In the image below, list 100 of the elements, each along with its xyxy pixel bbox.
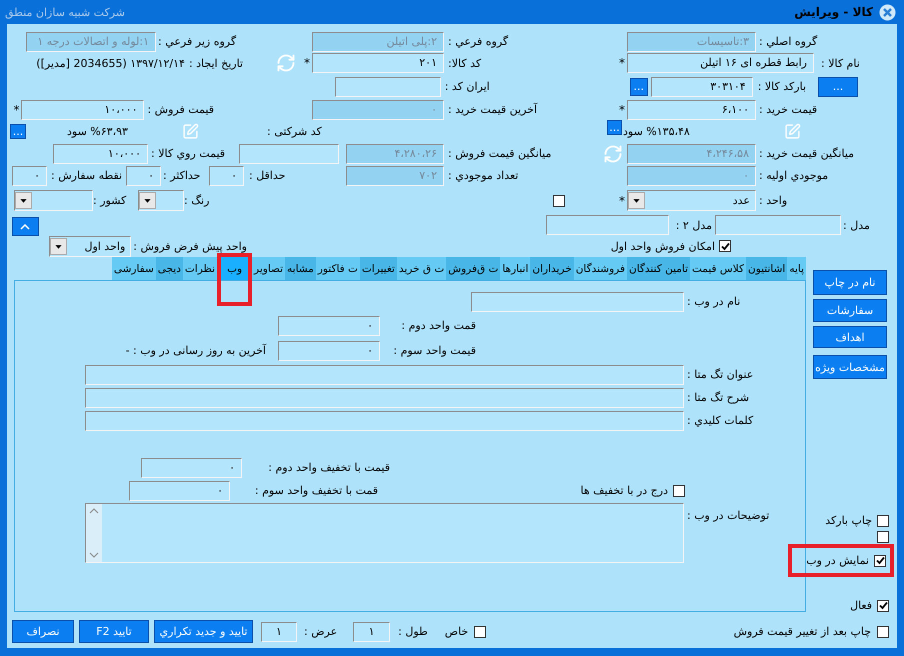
field-label: حداقل :: [249, 169, 286, 182]
checkbox-label: درج در با تخفيف ها: [579, 484, 668, 497]
dropdown-field[interactable]: [14, 190, 93, 211]
text-field[interactable]: رابط قطره ای ۱۶ اتیلن: [627, 53, 814, 73]
field-label: ميانگين قيمت فروش :: [448, 147, 552, 160]
text-field[interactable]: [334, 76, 441, 96]
tab[interactable]: تصاویر: [252, 257, 286, 280]
required-mark: *: [618, 56, 626, 70]
checkbox[interactable]: [474, 626, 486, 638]
close-icon[interactable]: [879, 4, 896, 20]
field-label: موجودي اوليه :: [759, 169, 830, 182]
field-label: طول :: [398, 625, 428, 638]
tab[interactable]: ت ق‌فروش: [446, 257, 500, 280]
tab[interactable]: خریداران: [530, 257, 574, 280]
checkbox[interactable]: [877, 600, 889, 612]
text-field[interactable]: ۰: [12, 166, 47, 186]
text-field[interactable]: ۳۰۳۱۰۴: [650, 76, 753, 96]
company-name: شرکت شبیه سازان منطق: [5, 6, 125, 18]
field-label: رنگ :: [184, 194, 210, 207]
text-field[interactable]: ۰: [278, 340, 380, 360]
field-label: مدل ۲ :: [676, 218, 712, 232]
text-field[interactable]: ۶،۱۰۰: [627, 100, 756, 120]
browse-button[interactable]: ...: [630, 78, 648, 96]
text-field[interactable]: ۱: [261, 622, 297, 642]
field-label: عنوان تگ متا :: [687, 368, 754, 381]
field-label: ايران کد :: [444, 80, 491, 93]
field-label: نام در وب :: [687, 295, 742, 308]
field-label: گروه فرعي :: [448, 35, 510, 48]
side-button[interactable]: مشخصات ویژه: [813, 355, 887, 379]
text-field[interactable]: ۰: [209, 166, 244, 186]
text-field[interactable]: [85, 388, 684, 408]
scrollbar: [86, 504, 102, 562]
field-label: آخرين قيمت خريد :: [448, 103, 538, 116]
checkbox[interactable]: [874, 554, 886, 566]
required-mark: *: [303, 56, 311, 70]
field-label: تعداد موجودي :: [448, 169, 520, 182]
field-label: قيمت خريد :: [759, 103, 818, 116]
field-label: ميانگين قيمت خريد :: [759, 147, 856, 160]
tab[interactable]: وب: [221, 257, 248, 280]
tab[interactable]: پایه: [787, 257, 806, 280]
dropdown-field[interactable]: عدد: [627, 190, 756, 211]
side-button[interactable]: اهداف: [813, 326, 887, 348]
field-label: تاریخ ایجاد :: [188, 56, 243, 70]
field-label: قمت واحد دوم :: [400, 319, 476, 332]
field-label: حداکثر :: [163, 169, 202, 182]
tab[interactable]: مشابه: [285, 257, 316, 280]
checkbox-label: فعال: [850, 599, 872, 612]
tab[interactable]: تغییرات: [360, 257, 397, 280]
last-update-text: آخرين به روز رسانی در وب : -: [126, 344, 266, 357]
tab[interactable]: تامین کنندگان: [626, 257, 690, 280]
field-label: قيمت فروش :: [147, 103, 214, 116]
text-field[interactable]: ۱۰،۰۰۰: [21, 100, 144, 120]
tab[interactable]: فروشندگان: [574, 257, 627, 280]
dropdown-field[interactable]: واحد اول: [49, 236, 132, 256]
footer-button[interactable]: تاييد F2: [79, 620, 149, 643]
text-field[interactable]: [546, 215, 669, 235]
checkbox[interactable]: [673, 484, 685, 496]
checkbox[interactable]: [877, 514, 889, 526]
tab[interactable]: انبارها: [500, 257, 530, 280]
checkbox[interactable]: [553, 194, 565, 206]
text-field[interactable]: [715, 215, 841, 235]
tab[interactable]: دیجی: [156, 257, 183, 280]
tab[interactable]: کلاس قیمت: [690, 257, 746, 280]
side-button[interactable]: نام در چاپ: [813, 270, 887, 295]
side-button[interactable]: سفارشات: [813, 299, 887, 322]
field-label: شرح تگ متا :: [687, 391, 750, 404]
dropdown-field[interactable]: [138, 190, 184, 211]
text-field[interactable]: [85, 364, 684, 384]
field-label: قمت با تخفيف واحد سوم :: [254, 484, 378, 497]
checkbox[interactable]: [877, 531, 889, 543]
browse-button[interactable]: ...: [607, 120, 622, 135]
checkbox-label: خاص: [444, 625, 468, 638]
checkbox-label: امکان فروش واحد اول: [610, 240, 715, 252]
footer-button[interactable]: تاييد و جديد تکراري: [154, 620, 253, 643]
text-field[interactable]: [85, 410, 684, 430]
tab[interactable]: اشانتیون: [746, 257, 788, 280]
required-mark: *: [618, 194, 626, 208]
checkbox[interactable]: [877, 626, 889, 638]
collapse-button[interactable]: [12, 217, 39, 236]
field-label: نقطه سفارش :: [51, 169, 123, 182]
tab[interactable]: ت ق خرید: [396, 257, 446, 280]
checkbox-label: چاپ بعد از تغيير قيمت فروش: [734, 625, 871, 638]
text-field[interactable]: [239, 144, 339, 164]
tab[interactable]: ت فاکتور: [316, 257, 360, 280]
text-field[interactable]: ۰: [278, 316, 380, 336]
text-field[interactable]: [471, 292, 684, 312]
created-date: ۱۳۹۷/۱۲/۱۴ (2034655 [مدير]): [36, 56, 185, 70]
footer-button[interactable]: نصراف: [12, 620, 74, 643]
text-field[interactable]: ۱۰،۰۰۰: [53, 144, 148, 164]
tab[interactable]: سفارشی: [112, 257, 156, 280]
text-field[interactable]: ۰: [129, 480, 230, 500]
checkbox[interactable]: [719, 240, 731, 252]
browse-button[interactable]: ...: [818, 76, 858, 96]
browse-button[interactable]: ...: [10, 124, 26, 139]
text-field[interactable]: ۱: [353, 622, 390, 642]
text-field[interactable]: ۲۰۱: [312, 53, 444, 73]
text-field[interactable]: ۰: [141, 458, 242, 478]
text-field[interactable]: ۰: [126, 166, 161, 186]
field-label: گروه زير فرعي :: [158, 35, 238, 48]
tab[interactable]: نظرات: [182, 257, 218, 280]
